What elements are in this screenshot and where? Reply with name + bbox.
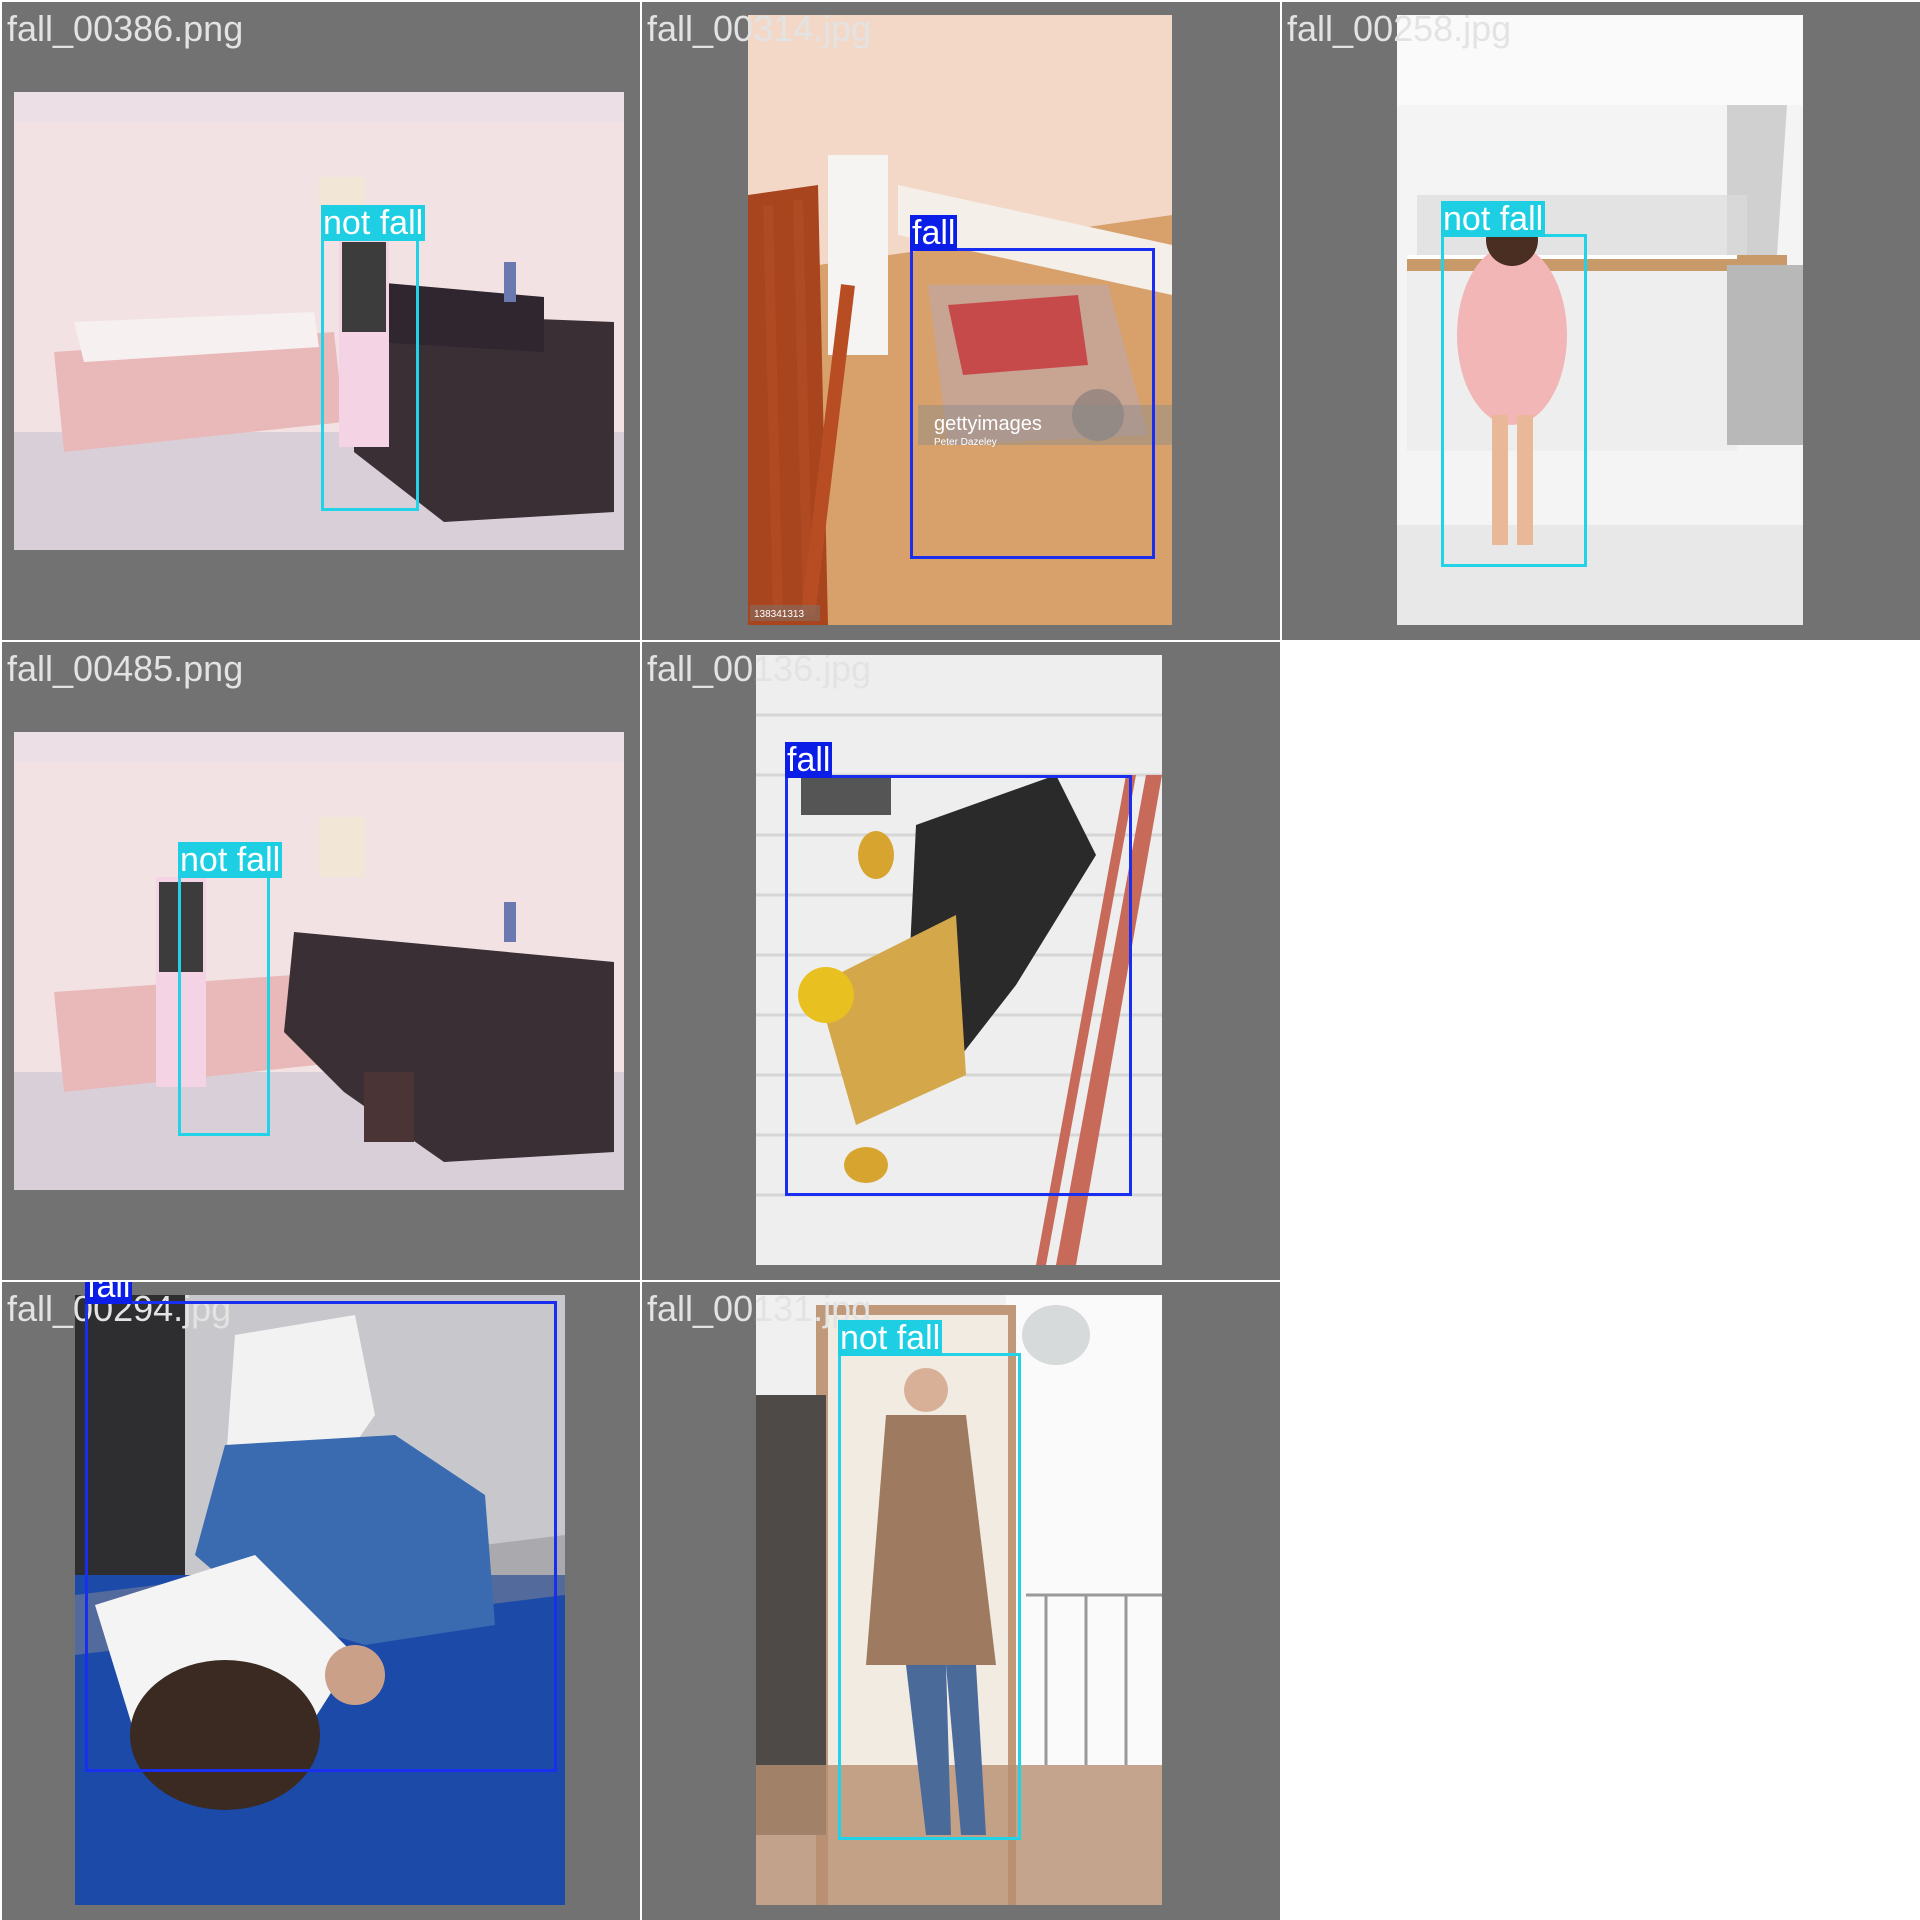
bounding-box: not fall	[178, 842, 283, 1136]
image-filename: fall_00136.jpg	[647, 648, 872, 689]
grid-cell: fall_00386.png not fall	[2, 2, 640, 640]
image-filename: fall_00314.jpg	[647, 8, 872, 49]
class-label: not fall	[838, 1319, 943, 1357]
grid-cell: gettyimages Peter Dazeley 138341313 fall…	[642, 2, 1280, 640]
getty-image-id: 138341313	[754, 609, 804, 620]
bounding-box: not fall	[1441, 201, 1587, 567]
class-label: fall	[85, 1282, 133, 1304]
bounding-box: not fall	[321, 205, 426, 511]
grid-cell: fall_00131.jpg not fall	[642, 1282, 1280, 1920]
bounding-box: fall	[85, 1282, 557, 1772]
bounding-box: not fall	[838, 1320, 1021, 1840]
class-label: not fall	[1441, 200, 1546, 238]
image-filename: fall_00386.png	[7, 8, 244, 49]
bounding-box: fall	[785, 742, 1132, 1196]
bounding-box: fall	[910, 215, 1155, 559]
class-label: fall	[910, 214, 958, 252]
grid-cell: fall_00258.jpg not fall	[1282, 2, 1920, 640]
living-room-photo	[14, 92, 624, 550]
grid-cell: fall_00294.jpg fall	[2, 1282, 640, 1920]
detection-grid: fall_00386.png not fall gettyimages Pete…	[0, 0, 1920, 1920]
image-filename: fall_00485.png	[7, 648, 244, 689]
grid-cell: fall_00485.png not fall	[2, 642, 640, 1280]
class-label: not fall	[178, 841, 283, 879]
living-room-photo	[14, 732, 624, 1190]
image-filename: fall_00258.jpg	[1287, 8, 1512, 49]
class-label: not fall	[321, 204, 426, 242]
grid-cell: fall_00136.jpg fall	[642, 642, 1280, 1280]
class-label: fall	[785, 741, 833, 779]
